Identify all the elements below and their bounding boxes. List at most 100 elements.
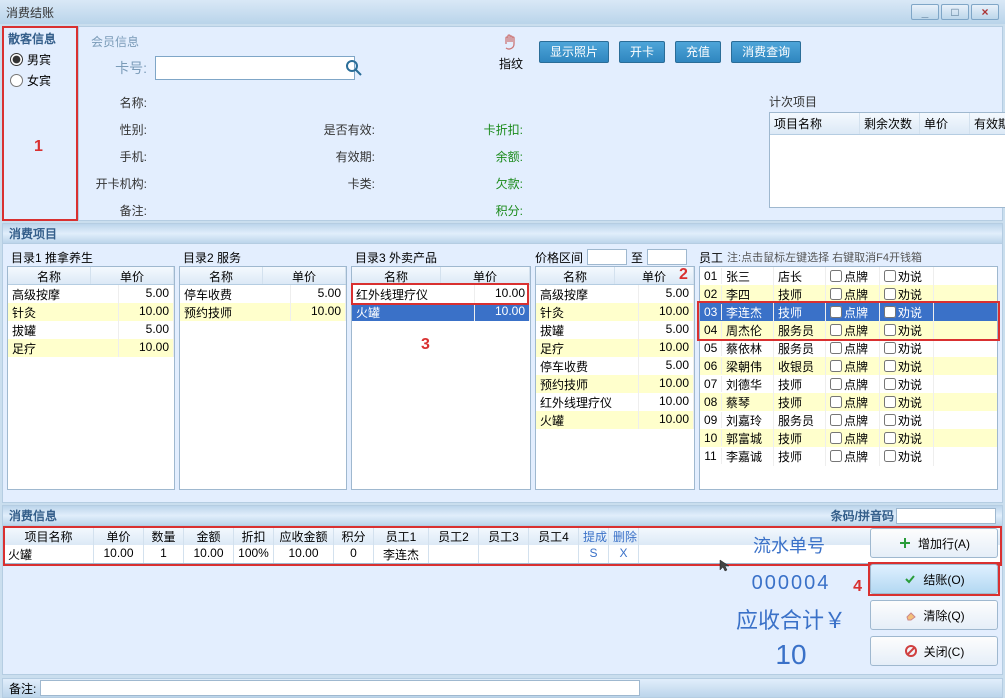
list-item[interactable]: 停车收费5.00 <box>180 285 346 303</box>
count-col-price: 单价 <box>920 113 970 134</box>
employee-row[interactable]: 11李嘉诚技师点牌劝说 <box>700 447 997 465</box>
close-panel-button[interactable]: 关闭(C) <box>870 636 998 666</box>
catalog-3-label: 目录3 外卖产品 <box>351 248 531 266</box>
list-item[interactable]: 高级按摩5.00 <box>8 285 174 303</box>
list-item[interactable]: 足疗10.00 <box>536 339 694 357</box>
quanshuo-checkbox[interactable] <box>884 396 896 408</box>
list-item[interactable]: 预约技师10.00 <box>536 375 694 393</box>
price-to-label: 至 <box>631 249 643 266</box>
dianpai-checkbox[interactable] <box>830 360 842 372</box>
remark-bar: 备注: <box>2 678 1003 698</box>
list-item[interactable]: 停车收费5.00 <box>536 357 694 375</box>
list-item[interactable]: 火罐10.00 <box>352 303 530 321</box>
add-row-button[interactable]: 增加行(A) <box>870 528 998 558</box>
employee-row[interactable]: 09刘嘉玲服务员点牌劝说 <box>700 411 997 429</box>
catalog-2: 目录2 服务 名称单价 停车收费5.00预约技师10.00 <box>179 248 347 490</box>
barcode-input[interactable] <box>896 508 996 524</box>
dianpai-checkbox[interactable] <box>830 324 842 336</box>
list-item[interactable]: 高级按摩5.00 <box>536 285 694 303</box>
summary-panel: 流水单号 000004 应收合计￥ 10 4 <box>718 528 864 671</box>
catalog-3: 目录3 外卖产品 名称单价 红外线理疗仪10.00火罐10.00 3 <box>351 248 531 490</box>
employee-row[interactable]: 08蔡琴技师点牌劝说 <box>700 393 997 411</box>
quanshuo-checkbox[interactable] <box>884 288 896 300</box>
info-header-label: 消费信息 <box>9 507 57 524</box>
female-radio-row[interactable]: 女宾 <box>4 70 76 91</box>
consume-query-button[interactable]: 消费查询 <box>731 41 801 63</box>
quanshuo-checkbox[interactable] <box>884 414 896 426</box>
list-item[interactable]: 红外线理疗仪10.00 <box>352 285 530 303</box>
remark-input[interactable] <box>40 680 640 696</box>
employee-row[interactable]: 03李连杰技师点牌劝说 <box>700 303 997 321</box>
employee-row[interactable]: 02李四技师点牌劝说 <box>700 285 997 303</box>
list-item[interactable]: 红外线理疗仪10.00 <box>536 393 694 411</box>
employee-row[interactable]: 07刘德华技师点牌劝说 <box>700 375 997 393</box>
window-title: 消费结账 <box>6 4 909 21</box>
flow-number: 000004 <box>718 572 864 595</box>
dianpai-checkbox[interactable] <box>830 270 842 282</box>
dianpai-checkbox[interactable] <box>830 378 842 390</box>
male-radio-row[interactable]: 男宾 <box>4 49 76 70</box>
card-input[interactable] <box>156 57 345 79</box>
debt-label: 欠款: <box>445 175 525 192</box>
minimize-button[interactable]: _ <box>911 4 939 20</box>
employee-row[interactable]: 01张三店长点牌劝说 <box>700 267 997 285</box>
employee-row[interactable]: 06梁朝伟收银员点牌劝说 <box>700 357 997 375</box>
dianpai-checkbox[interactable] <box>830 414 842 426</box>
search-icon[interactable] <box>345 57 363 79</box>
dianpai-checkbox[interactable] <box>830 396 842 408</box>
list-item[interactable]: 针灸10.00 <box>8 303 174 321</box>
fingerprint-label: 指纹 <box>499 55 523 72</box>
employee-row[interactable]: 05蔡依林服务员点牌劝说 <box>700 339 997 357</box>
quanshuo-checkbox[interactable] <box>884 324 896 336</box>
total-label: 应收合计￥ <box>718 603 864 635</box>
male-radio[interactable] <box>10 53 23 66</box>
quanshuo-checkbox[interactable] <box>884 342 896 354</box>
employee-grid[interactable]: 01张三店长点牌劝说02李四技师点牌劝说03李连杰技师点牌劝说04周杰伦服务员点… <box>699 266 998 490</box>
catalog-1-grid[interactable]: 名称单价 高级按摩5.00针灸10.00拔罐5.00足疗10.00 <box>7 266 175 490</box>
dianpai-checkbox[interactable] <box>830 306 842 318</box>
valid-label: 是否有效: <box>297 121 377 138</box>
price-to-input[interactable] <box>647 249 687 265</box>
fingerprint-button[interactable]: 指纹 <box>499 31 523 72</box>
quanshuo-checkbox[interactable] <box>884 378 896 390</box>
show-photo-button[interactable]: 显示照片 <box>539 41 609 63</box>
eraser-icon <box>903 608 917 622</box>
quanshuo-checkbox[interactable] <box>884 270 896 282</box>
recharge-button[interactable]: 充值 <box>675 41 721 63</box>
list-item[interactable]: 针灸10.00 <box>536 303 694 321</box>
catalog-1: 目录1 推拿养生 名称单价 高级按摩5.00针灸10.00拔罐5.00足疗10.… <box>7 248 175 490</box>
guest-type-panel: 散客信息 男宾 女宾 1 <box>2 26 78 221</box>
catalog-2-grid[interactable]: 名称单价 停车收费5.00预约技师10.00 <box>179 266 347 490</box>
selected-grid[interactable]: 名称单价 高级按摩5.00针灸10.00拔罐5.00足疗10.00停车收费5.0… <box>535 266 695 490</box>
list-item[interactable]: 火罐10.00 <box>536 411 694 429</box>
dianpai-checkbox[interactable] <box>830 450 842 462</box>
quanshuo-checkbox[interactable] <box>884 432 896 444</box>
quanshuo-checkbox[interactable] <box>884 360 896 372</box>
dianpai-checkbox[interactable] <box>830 288 842 300</box>
quanshuo-checkbox[interactable] <box>884 306 896 318</box>
female-radio[interactable] <box>10 74 23 87</box>
catalog-3-grid[interactable]: 名称单价 红外线理疗仪10.00火罐10.00 <box>351 266 531 490</box>
annotation-4: 4 <box>853 578 862 596</box>
count-col-name: 项目名称 <box>770 113 860 134</box>
close-button[interactable]: × <box>971 4 999 20</box>
price-range-label: 价格区间 <box>535 249 583 266</box>
dianpai-checkbox[interactable] <box>830 432 842 444</box>
quanshuo-checkbox[interactable] <box>884 450 896 462</box>
employee-row[interactable]: 04周杰伦服务员点牌劝说 <box>700 321 997 339</box>
open-card-button[interactable]: 开卡 <box>619 41 665 63</box>
action-buttons: 增加行(A) 结账(O) 清除(Q) 关闭(C) <box>870 528 998 671</box>
price-from-input[interactable] <box>587 249 627 265</box>
list-item[interactable]: 拔罐5.00 <box>536 321 694 339</box>
count-col-remain: 剩余次数 <box>860 113 920 134</box>
checkout-button[interactable]: 结账(O) <box>870 564 998 594</box>
employee-row[interactable]: 10郭富城技师点牌劝说 <box>700 429 997 447</box>
remark-bar-label: 备注: <box>9 680 36 697</box>
consume-section: 消费项目 目录1 推拿养生 名称单价 高级按摩5.00针灸10.00拔罐5.00… <box>2 223 1003 503</box>
list-item[interactable]: 足疗10.00 <box>8 339 174 357</box>
list-item[interactable]: 预约技师10.00 <box>180 303 346 321</box>
clear-button[interactable]: 清除(Q) <box>870 600 998 630</box>
maximize-button[interactable]: □ <box>941 4 969 20</box>
dianpai-checkbox[interactable] <box>830 342 842 354</box>
list-item[interactable]: 拔罐5.00 <box>8 321 174 339</box>
